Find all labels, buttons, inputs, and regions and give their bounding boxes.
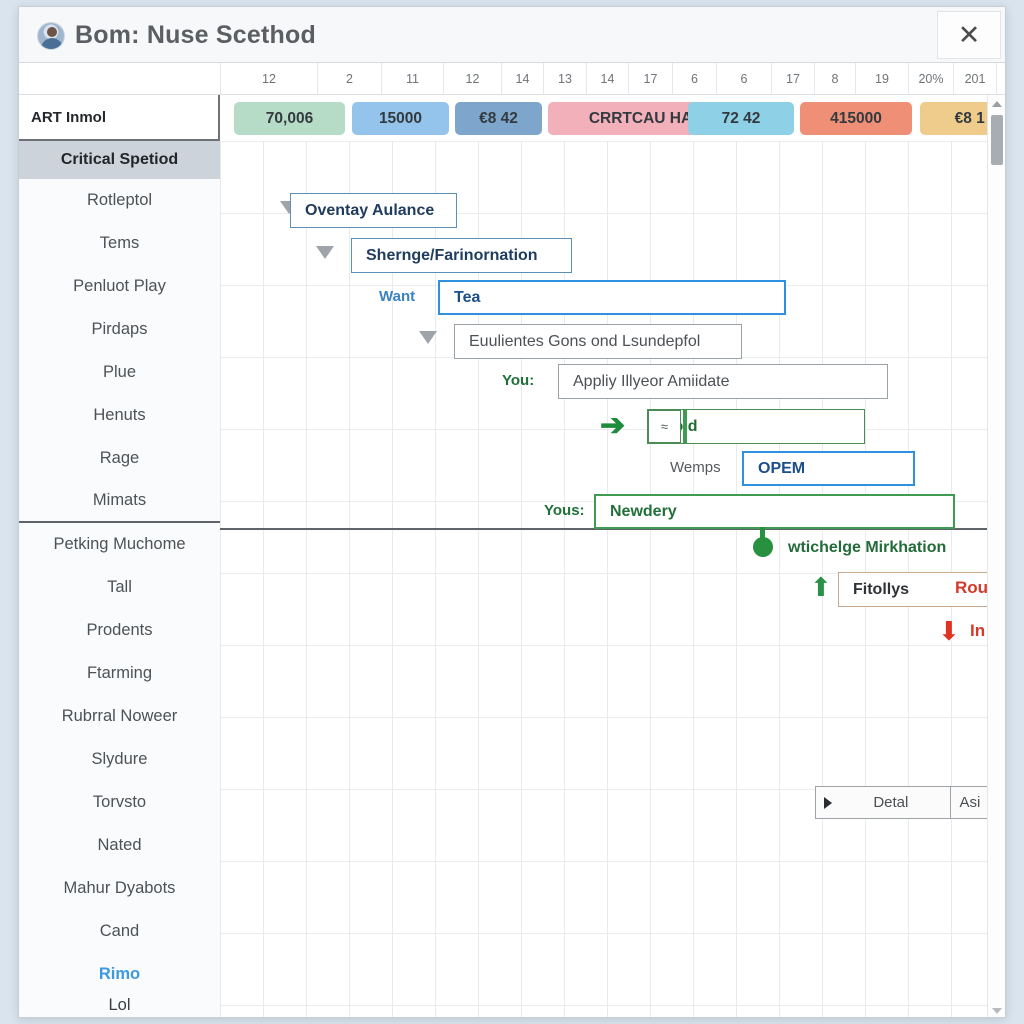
status-text-rouv: Rouv <box>955 578 989 597</box>
ruler-tick: 12 <box>443 63 501 95</box>
bar-tea[interactable]: Tea <box>438 280 786 315</box>
ruler-tick: 6 <box>716 63 771 95</box>
side-label-you: You: <box>502 372 535 389</box>
row-list: Rotleptol Tems Penluot Play Pirdaps Plue Henu… <box>19 179 220 1017</box>
list-item[interactable]: Lol <box>19 996 220 1017</box>
list-item[interactable]: Rage <box>19 437 220 480</box>
ruler-tick: 2 <box>317 63 381 95</box>
bar-accent-stripe <box>683 410 687 443</box>
bar-euuiientes[interactable]: Euuliеntes Gons ond Lsundepfol <box>454 324 742 359</box>
bar-newdery[interactable]: Newdery <box>594 494 955 529</box>
scroll-up-arrow-icon[interactable] <box>988 95 1005 112</box>
ruler-tick: 1 <box>996 63 1005 95</box>
summary-chip[interactable]: 72 42 <box>688 102 794 135</box>
bar-oventay-aulance[interactable]: Oventay Aulance <box>290 193 457 228</box>
page-title: Bom: Nuse Scethod <box>75 21 316 49</box>
bar-opem[interactable]: OPEM <box>742 451 915 486</box>
avatar-head <box>47 27 57 37</box>
ruler-tick: 11 <box>381 63 443 95</box>
ruler-tick: 14 <box>501 63 543 95</box>
milestone-label: wtichelge Mirkhation <box>788 539 947 556</box>
summary-chip[interactable]: €8 42 <box>455 102 542 135</box>
up-arrow-icon: ⬆ <box>810 572 832 602</box>
detail-cell[interactable]: Detal <box>832 786 950 819</box>
side-label-want: Want <box>379 288 416 305</box>
ruler-tick: 8 <box>814 63 855 95</box>
ruler-tick: 17 <box>771 63 814 95</box>
ruler-tick: 6 <box>672 63 716 95</box>
left-panel-header: ART Inmol <box>19 95 220 141</box>
list-item[interactable]: Pirdaps <box>19 308 220 351</box>
list-item[interactable]: Rubrral Noweer <box>19 695 220 738</box>
list-item[interactable]: Prodents <box>19 609 220 652</box>
title-bar: Bom: Nuse Scethod ✕ <box>19 7 1005 63</box>
left-panel: ART Inmol Critical Spetiod Rotleptol Tems… <box>19 95 220 1017</box>
list-item[interactable]: Slydure <box>19 738 220 781</box>
list-item[interactable]: Petking Muchome <box>19 523 220 566</box>
list-item[interactable]: Henuts <box>19 394 220 437</box>
list-item[interactable]: Mahur Dyabots <box>19 867 220 910</box>
formula-icon[interactable]: ≈ <box>648 410 681 443</box>
group-header-critical[interactable]: Critical Spetiod <box>19 141 220 179</box>
ruler-tick: 13 <box>543 63 586 95</box>
ruler-tick: 14 <box>586 63 628 95</box>
bar-shernge-farinornation[interactable]: Shernge/Farinornation <box>351 238 572 273</box>
list-item[interactable]: Rimo <box>19 953 220 996</box>
arrow-right-icon: ➔ <box>600 409 626 442</box>
expand-triangle-icon[interactable] <box>824 796 832 809</box>
summary-chip[interactable]: 70,006 <box>234 102 345 135</box>
gantt-chart-area[interactable]: Oventay Aulance Shernge/Farinornation Tea E… <box>220 141 989 1017</box>
summary-chip-row: 70,006 15000 €8 42 CRRTCAU HALID 72 42 415000… <box>220 95 1005 141</box>
ruler-tick: 19 <box>855 63 908 95</box>
ruler-tick: 12 <box>220 63 317 95</box>
list-item[interactable]: Mimats <box>19 480 220 523</box>
bar-apply-ilyeor[interactable]: Appliу Illyeor Amiidate <box>558 364 888 399</box>
vertical-scrollbar[interactable] <box>987 95 1005 1017</box>
list-item[interactable]: Torvsto <box>19 781 220 824</box>
close-button[interactable]: ✕ <box>937 11 1001 59</box>
side-label-wemps: Wemps <box>670 459 721 476</box>
app-window: Bom: Nuse Scethod ✕ 12 2 11 12 14 13 14 17 6 6 17 8… <box>18 6 1006 1018</box>
down-arrow-icon: ⬇ <box>938 616 960 646</box>
status-text-in: In <box>970 621 986 640</box>
milestone-dot-icon[interactable] <box>753 537 773 557</box>
timeline-ruler[interactable]: 122111214131417661781920%2011 <box>19 63 1005 95</box>
detail-cell[interactable]: Asi <box>949 786 989 819</box>
ruler-tick: 20% <box>908 63 953 95</box>
collapse-caret-icon[interactable] <box>419 331 437 344</box>
ruler-tick: 17 <box>628 63 672 95</box>
ruler-tick: 201 <box>953 63 996 95</box>
avatar-body <box>41 38 63 49</box>
list-item[interactable]: Plue <box>19 351 220 394</box>
list-item[interactable]: Ftarming <box>19 652 220 695</box>
list-item[interactable]: Cand <box>19 910 220 953</box>
list-item[interactable]: Penluot Play <box>19 265 220 308</box>
scrollbar-thumb[interactable] <box>991 115 1003 165</box>
detail-box[interactable]: Detal Asi <box>815 786 989 819</box>
list-item[interactable]: Nated <box>19 824 220 867</box>
list-item[interactable]: Tall <box>19 566 220 609</box>
summary-chip[interactable]: 15000 <box>352 102 449 135</box>
side-label-yous: Yous: <box>544 502 585 519</box>
scroll-down-arrow-icon[interactable] <box>988 1002 1005 1017</box>
list-item[interactable]: Tems <box>19 222 220 265</box>
user-avatar <box>37 22 65 50</box>
list-item[interactable]: Rotleptol <box>19 179 220 222</box>
collapse-caret-icon[interactable] <box>316 246 334 259</box>
summary-chip[interactable]: 415000 <box>800 102 912 135</box>
